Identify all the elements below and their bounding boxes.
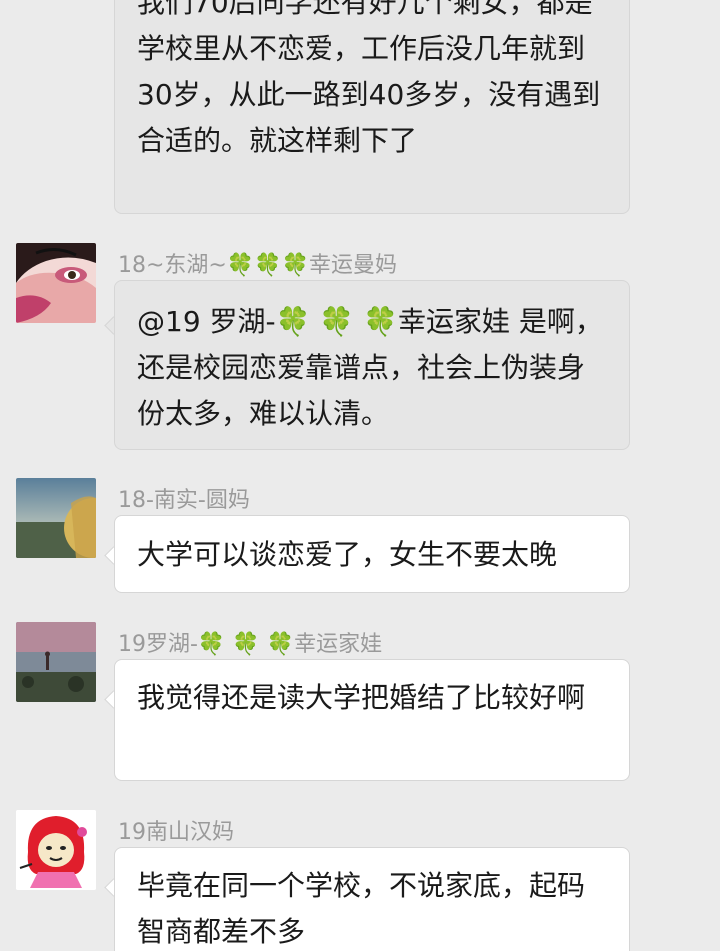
avatar-beach-image [16,622,96,702]
avatar-seaside-image [16,478,96,558]
message-text: 毕竟在同一个学校，不说家底，起码智商都差不多 [137,869,586,948]
chat-message-list[interactable]: 我们70后同学还有好几个剩女，都是学校里从不恋爱，工作后没几年就到30岁，从此一… [0,0,720,951]
avatar[interactable] [16,622,96,702]
avatar[interactable] [16,243,96,323]
message-text: 大学可以谈恋爱了，女生不要太晚 [137,538,558,571]
sender-name[interactable]: 19南山汉妈 [118,814,234,846]
message-bubble[interactable]: 我觉得还是读大学把婚结了比较好啊 [114,659,630,781]
message-bubble[interactable]: @19 罗湖-🍀 🍀 🍀幸运家娃 是啊，还是校园恋爱靠谱点，社会上伪装身份太多，… [114,280,630,450]
avatar[interactable] [16,810,96,890]
avatar-cartoon-red-hood-image [16,810,96,890]
message-text: 我们70后同学还有好几个剩女，都是学校里从不恋爱，工作后没几年就到30岁，从此一… [137,0,601,157]
sender-name[interactable]: 18-南实-圆妈 [118,482,250,514]
sender-name[interactable]: 18~东湖~🍀🍀🍀幸运曼妈 [118,247,397,279]
sender-name[interactable]: 19罗湖-🍀 🍀 🍀幸运家娃 [118,626,382,658]
avatar[interactable] [16,478,96,558]
message-bubble[interactable]: 毕竟在同一个学校，不说家底，起码智商都差不多 [114,847,630,951]
message-text: 我觉得还是读大学把婚结了比较好啊 [137,681,586,714]
message-bubble[interactable]: 大学可以谈恋爱了，女生不要太晚 [114,515,630,593]
avatar-opera-face-image [16,243,96,323]
message-text: @19 罗湖-🍀 🍀 🍀幸运家娃 是啊，还是校园恋爱靠谱点，社会上伪装身份太多，… [137,305,603,430]
message-bubble[interactable]: 我们70后同学还有好几个剩女，都是学校里从不恋爱，工作后没几年就到30岁，从此一… [114,0,630,214]
